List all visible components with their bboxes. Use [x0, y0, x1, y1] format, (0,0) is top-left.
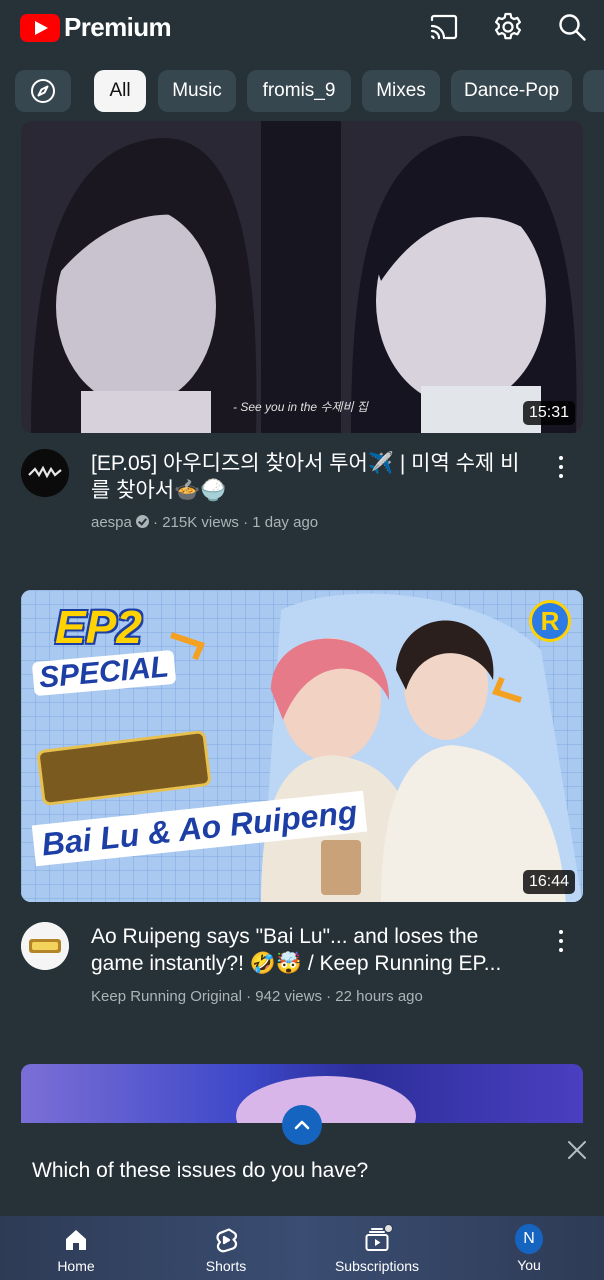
- more-options-icon[interactable]: [550, 927, 572, 955]
- expand-sheet-button[interactable]: [282, 1105, 322, 1145]
- nav-subscriptions[interactable]: Subscriptions: [332, 1216, 422, 1280]
- nav-home[interactable]: Home: [46, 1216, 106, 1280]
- aespa-logo-icon: [21, 449, 69, 497]
- channel-name[interactable]: Keep Running Original: [91, 988, 242, 1005]
- subscriptions-icon: [363, 1224, 393, 1254]
- video-title[interactable]: Ao Ruipeng says "Bai Lu"... and loses th…: [91, 923, 521, 977]
- user-initial: N: [515, 1224, 543, 1254]
- search-icon[interactable]: [556, 11, 588, 43]
- shorts-icon: [212, 1226, 240, 1254]
- thumbnail-artwork: [21, 121, 583, 433]
- youtube-play-logo-icon: [20, 13, 60, 42]
- thumbnail-artwork: [236, 1076, 416, 1123]
- chip-music[interactable]: Music: [158, 70, 236, 112]
- settings-gear-icon[interactable]: [492, 11, 524, 43]
- ep-badge: EP2: [55, 601, 142, 653]
- nav-shorts[interactable]: Shorts: [196, 1216, 256, 1280]
- nav-label: You: [517, 1257, 541, 1273]
- views-and-age: · 942 views · 22 hours ago: [241, 988, 423, 1005]
- video-duration: 15:31: [522, 401, 575, 425]
- views-and-age: · 215K views · 1 day ago: [148, 514, 319, 531]
- chip-all[interactable]: All: [94, 70, 146, 112]
- channel-r-badge: R: [529, 600, 571, 642]
- video-thumbnail[interactable]: - See you in the 수제비 집 15:31: [21, 121, 583, 433]
- more-options-icon[interactable]: [550, 453, 572, 481]
- compass-icon: [31, 79, 55, 103]
- channel-avatar[interactable]: [21, 922, 69, 970]
- channel-avatar[interactable]: [21, 449, 69, 497]
- video-title[interactable]: [EP.05] 아우디즈의 찾아서 투어✈️ | 미역 수제 비를 찾아서🍲🍚: [91, 450, 521, 504]
- channel-name[interactable]: aespa: [91, 514, 132, 531]
- video-meta: Keep Running Original · 942 views · 22 h…: [91, 988, 423, 1005]
- top-app-bar: Premium: [0, 0, 604, 58]
- close-icon[interactable]: [566, 1139, 588, 1161]
- bottom-navigation: Home Shorts Subscriptions N You: [0, 1216, 604, 1280]
- explore-chip[interactable]: [15, 70, 71, 112]
- verified-badge-icon: [135, 515, 149, 528]
- chip-more-partial[interactable]: [583, 70, 604, 112]
- nav-label: Home: [57, 1258, 95, 1274]
- youtube-premium-logo[interactable]: Premium: [20, 12, 172, 43]
- nav-you[interactable]: N You: [499, 1216, 559, 1280]
- logo-text: Premium: [64, 12, 172, 42]
- video-duration: 16:44: [522, 870, 575, 894]
- thumbnail-caption: - See you in the 수제비 집: [233, 400, 368, 414]
- chip-dance-pop[interactable]: Dance-Pop: [451, 70, 572, 112]
- nav-label: Subscriptions: [334, 1258, 420, 1274]
- cast-icon[interactable]: [428, 11, 460, 43]
- video-thumbnail[interactable]: EP2 SPECIAL Bai Lu & Ao Ruipeng R 16:44: [21, 590, 583, 902]
- avatar: N: [515, 1224, 543, 1254]
- filter-chips-bar: All Music fromis_9 Mixes Dance-Pop: [0, 70, 604, 112]
- new-content-dot: [384, 1224, 393, 1233]
- chip-fromis-9[interactable]: fromis_9: [247, 70, 351, 112]
- feedback-question: Which of these issues do you have?: [32, 1159, 369, 1182]
- home-icon: [62, 1226, 90, 1254]
- video-meta: aespa · 215K views · 1 day ago: [91, 514, 318, 531]
- chevron-up-icon: [294, 1120, 310, 1130]
- chip-mixes[interactable]: Mixes: [362, 70, 440, 112]
- nav-label: Shorts: [205, 1258, 247, 1274]
- keep-running-logo-icon: [21, 922, 69, 970]
